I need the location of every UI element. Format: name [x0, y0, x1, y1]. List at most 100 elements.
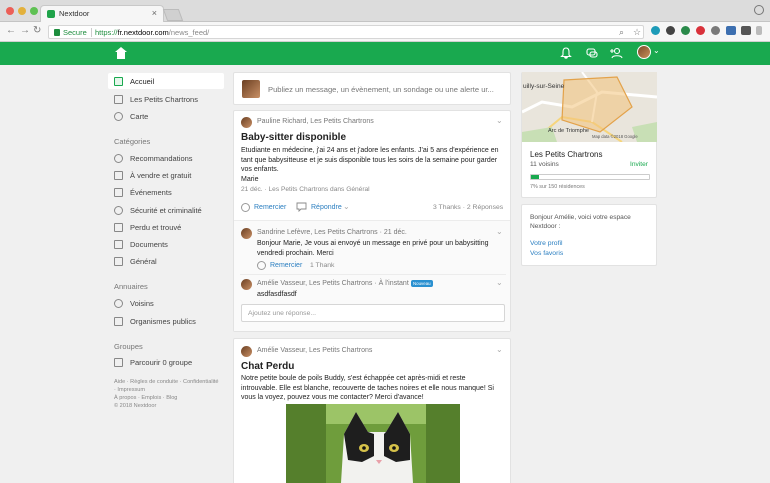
secure-label: Secure — [63, 28, 87, 37]
sidebar-item-organismes[interactable]: Organismes publics — [108, 313, 224, 329]
sidebar-item-voisins[interactable]: Voisins — [108, 295, 224, 311]
bookmark-star-icon[interactable]: ☆ — [633, 27, 641, 38]
neighborhood-icon — [114, 95, 123, 104]
post-body: Notre petite boule de poils Buddy, s'est… — [241, 375, 494, 401]
chevron-down-icon[interactable]: ⌄ — [496, 278, 503, 287]
browser-tab[interactable]: Nextdoor × — [40, 5, 164, 22]
groups-icon — [114, 358, 123, 367]
add-neighbor-icon[interactable] — [609, 46, 623, 60]
post-title[interactable]: Chat Perdu — [241, 361, 294, 372]
user-avatar[interactable] — [637, 45, 651, 59]
sidebar-item-label: Organismes publics — [130, 317, 196, 326]
pinterest-icon[interactable] — [696, 26, 705, 35]
sidebar-item-label: Recommandations — [130, 154, 193, 163]
post-composer[interactable]: Publiez un message, un évènement, un son… — [233, 72, 511, 105]
chevron-down-icon[interactable]: ⌄ — [496, 116, 503, 125]
reply-author[interactable]: Amélie Vasseur, Les Petits Chartrons · À… — [257, 280, 409, 287]
sidebar-item-documents[interactable]: Documents — [108, 236, 224, 252]
mail-icon[interactable] — [741, 26, 751, 35]
avatar — [241, 346, 252, 357]
profile-link[interactable]: Votre profil — [530, 240, 563, 247]
chevron-down-icon[interactable]: ⌄ — [343, 202, 350, 211]
search-icon[interactable]: ⌕ — [619, 27, 624, 38]
divider — [234, 220, 510, 221]
extension-icon[interactable] — [711, 26, 720, 35]
reply-button[interactable]: Répondre — [311, 204, 342, 211]
new-tab-button[interactable] — [162, 9, 184, 21]
extension-icon[interactable] — [651, 26, 660, 35]
sidebar-item-neighborhood[interactable]: Les Petits Chartrons — [108, 91, 224, 107]
thank-button[interactable]: Remercier — [270, 262, 302, 269]
membership-progress — [530, 174, 650, 180]
calendar-icon — [114, 188, 123, 197]
general-icon — [114, 257, 123, 266]
forward-arrow-icon[interactable]: → — [20, 25, 30, 36]
chevron-down-icon[interactable]: ⌄ — [496, 345, 503, 354]
sidebar-item-label: Les Petits Chartrons — [130, 95, 198, 104]
sidebar-item-general[interactable]: Général — [108, 253, 224, 269]
extension-icon[interactable] — [726, 26, 736, 35]
sidebar-item-perdu-trouve[interactable]: Perdu et trouvé — [108, 219, 224, 235]
omnibox-divider — [91, 28, 92, 37]
sidebar-item-label: Voisins — [130, 299, 154, 308]
messages-icon[interactable] — [585, 46, 599, 60]
copyright: © 2018 Nextdoor — [114, 403, 157, 409]
reload-icon[interactable]: ↻ — [33, 25, 41, 36]
map-place-label: Arc de Triomphe — [548, 128, 590, 134]
sidebar-item-groupes[interactable]: Parcourir 0 groupe — [108, 354, 224, 370]
minimize-window-icon[interactable] — [18, 7, 26, 15]
neighborhood-name[interactable]: Les Petits Chartrons — [530, 150, 602, 159]
reply-author[interactable]: Sandrine Lefèvre, Les Petits Chartrons ·… — [257, 229, 407, 236]
sidebar-item-securite[interactable]: Sécurité et criminalité — [108, 202, 224, 218]
sidebar-item-label: Sécurité et criminalité — [130, 206, 202, 215]
lock-icon — [54, 29, 60, 36]
url-field[interactable]: Secure https://fr.nextdoor.com/news_feed… — [48, 25, 644, 39]
maximize-window-icon[interactable] — [30, 7, 38, 15]
url-scheme: https:// — [95, 28, 118, 37]
footer-links[interactable]: À propos · Emplois · Blog — [114, 394, 232, 402]
sidebar-item-recommandations[interactable]: Recommandations — [108, 150, 224, 166]
reply-text: asdfasdfasdf — [257, 291, 297, 298]
cat-photo[interactable] — [286, 404, 460, 483]
neighbors-count[interactable]: 11 voisins — [530, 161, 559, 168]
post-author[interactable]: Amélie Vasseur, Les Petits Chartrons — [257, 347, 372, 354]
sidebar-item-label: Perdu et trouvé — [130, 223, 182, 232]
footer-links[interactable]: · Impressum — [114, 386, 232, 394]
invite-button[interactable]: Inviter — [630, 161, 648, 168]
sidebar-item-accueil[interactable]: Accueil — [108, 73, 224, 89]
menu-icon[interactable] — [756, 26, 762, 35]
sidebar-item-label: Général — [130, 257, 157, 266]
thank-icon[interactable] — [257, 261, 266, 270]
avatar — [242, 80, 260, 98]
extension-icon[interactable] — [666, 26, 675, 35]
reply-input[interactable]: Ajoutez une réponse... — [241, 304, 505, 322]
url-host: fr.nextdoor.com — [117, 28, 169, 37]
footer-links[interactable]: Aide · Règles de conduite · Confidential… — [114, 378, 232, 386]
browser-profile-icon[interactable] — [754, 5, 764, 15]
url-path: /news_feed/ — [168, 28, 210, 37]
chevron-down-icon[interactable]: ⌄ — [653, 46, 660, 55]
post-date[interactable]: 21 déc. · Les Petits Chartrons dans Géné… — [241, 186, 370, 193]
chevron-down-icon[interactable]: ⌄ — [496, 227, 503, 236]
shield-icon — [114, 206, 123, 215]
sidebar-item-carte[interactable]: Carte — [108, 108, 224, 124]
groupes-heading: Groupes — [114, 342, 143, 351]
thank-icon[interactable] — [241, 203, 250, 212]
sidebar-item-label: Événements — [130, 188, 172, 197]
sidebar-item-evenements[interactable]: Événements — [108, 184, 224, 200]
favorites-link[interactable]: Vos favoris — [530, 250, 563, 257]
notification-bell-icon[interactable] — [559, 46, 573, 60]
back-arrow-icon[interactable]: ← — [6, 25, 16, 36]
sidebar-item-a-vendre[interactable]: À vendre et gratuit — [108, 167, 224, 183]
post-stats[interactable]: 3 Thanks · 2 Réponses — [433, 204, 503, 211]
extension-icon[interactable] — [681, 26, 690, 35]
reply-icon[interactable] — [296, 202, 307, 212]
post-author[interactable]: Pauline Richard, Les Petits Chartrons — [257, 118, 374, 125]
neighbors-icon — [114, 299, 123, 308]
tab-close-icon[interactable]: × — [152, 8, 157, 18]
post-title[interactable]: Baby-sitter disponible — [241, 132, 346, 143]
thank-button[interactable]: Remercier — [254, 204, 286, 211]
reply-thanks-count[interactable]: 1 Thank — [310, 262, 334, 269]
nextdoor-home-icon[interactable] — [114, 46, 128, 60]
close-window-icon[interactable] — [6, 7, 14, 15]
